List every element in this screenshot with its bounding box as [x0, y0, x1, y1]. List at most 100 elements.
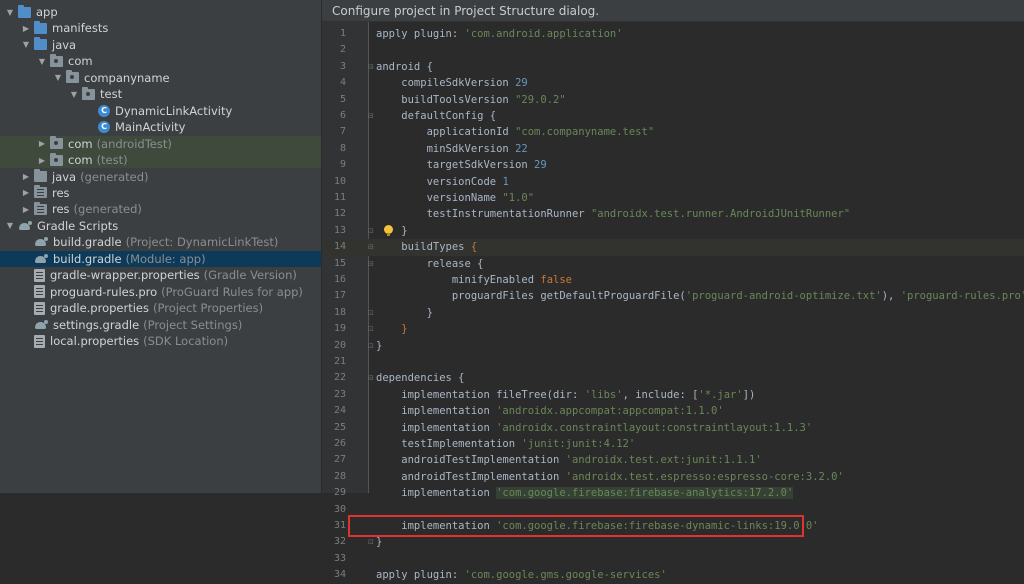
tree-item-detail: (ProGuard Rules for app)	[161, 284, 303, 299]
line-number: 1	[339, 28, 346, 39]
fold-marker-icon[interactable]: ⊡	[368, 338, 375, 354]
gradle-icon	[34, 319, 48, 330]
code-line[interactable]: 10 versionCode 1	[322, 174, 1024, 190]
line-number: 24	[333, 405, 346, 417]
tree-item[interactable]: ▼ java	[0, 37, 321, 53]
tree-item[interactable]: gradle-wrapper.properties (Gradle Version…	[0, 267, 321, 283]
fold-marker-icon[interactable]: ⊡	[368, 223, 375, 239]
code-line[interactable]: 14 buildTypes {⊟	[322, 239, 1024, 256]
fold-marker-icon[interactable]: ⊟	[368, 239, 375, 255]
collapse-arrow-icon[interactable]: ▼	[4, 221, 16, 230]
code-line[interactable]: 33	[322, 551, 1024, 567]
code-line[interactable]: 15 release {⊟	[322, 256, 1024, 272]
code-line[interactable]: 6 defaultConfig {⊟	[322, 108, 1024, 124]
tree-item[interactable]: ▶ java (generated)	[0, 169, 321, 185]
intention-bulb-icon[interactable]	[384, 224, 393, 236]
code-line[interactable]: 26 testImplementation 'junit:junit:4.12'	[322, 436, 1024, 452]
expand-arrow-icon[interactable]: ▶	[20, 188, 32, 197]
collapse-arrow-icon[interactable]: ▼	[20, 40, 32, 49]
code-line[interactable]: 19 } ⊡	[322, 321, 1024, 337]
tree-item[interactable]: ▶ res (generated)	[0, 201, 321, 217]
tree-item[interactable]: C DynamicLinkActivity	[0, 103, 321, 119]
code-line[interactable]: 1 apply plugin: 'com.android.application'	[322, 26, 1024, 42]
code-token: apply plugin:	[376, 569, 465, 582]
code-token: testInstrumentationRunner	[376, 208, 591, 221]
highlight-box	[348, 515, 804, 538]
tree-item[interactable]: build.gradle (Project: DynamicLinkTest)	[0, 234, 321, 250]
code-token: , include: [	[622, 388, 699, 401]
tree-item[interactable]: ▶ com (androidTest)	[0, 135, 321, 152]
line-number: 14	[333, 241, 346, 253]
fold-marker-icon[interactable]: ⊡	[368, 305, 375, 321]
tree-item-label: local.properties	[50, 334, 140, 348]
code-token: }	[401, 323, 408, 336]
code-line[interactable]: 29 implementation 'com.google.firebase:f…	[322, 485, 1024, 501]
fold-marker-icon[interactable]: ⊟	[368, 256, 375, 272]
tree-item[interactable]: settings.gradle (Project Settings)	[0, 317, 321, 333]
line-number: 10	[333, 175, 346, 187]
tree-item[interactable]: ▼ com	[0, 53, 321, 69]
editor-notification-banner[interactable]: Configure project in Project Structure d…	[322, 0, 1024, 22]
code-line[interactable]: 27 androidTestImplementation 'androidx.t…	[322, 452, 1024, 468]
code-line[interactable]: 8 minSdkVersion 22	[322, 141, 1024, 157]
line-number: 4	[339, 77, 346, 89]
collapse-arrow-icon[interactable]: ▼	[68, 90, 80, 99]
code-line[interactable]: 17 proguardFiles getDefaultProguardFile(…	[322, 288, 1024, 304]
code-line[interactable]: 25 implementation 'androidx.constraintla…	[322, 420, 1024, 436]
code-line[interactable]: 11 versionName "1.0"	[322, 190, 1024, 206]
code-line[interactable]: 12 testInstrumentationRunner "androidx.t…	[322, 206, 1024, 222]
tree-item[interactable]: ▼ test	[0, 86, 321, 102]
code-line[interactable]: 18 } ⊡	[322, 305, 1024, 321]
code-line[interactable]: 2	[322, 42, 1024, 58]
expand-arrow-icon[interactable]: ▶	[36, 139, 48, 148]
code-line[interactable]: 34 apply plugin: 'com.google.gms.google-s…	[322, 567, 1024, 583]
collapse-arrow-icon[interactable]: ▼	[4, 8, 16, 17]
expand-arrow-icon[interactable]: ▶	[20, 172, 32, 181]
code-line[interactable]: 7 applicationId "com.companyname.test"	[322, 124, 1024, 140]
fold-marker-icon[interactable]: ⊟	[368, 370, 375, 386]
code-line[interactable]: 23 implementation fileTree(dir: 'libs', …	[322, 387, 1024, 403]
code-line[interactable]: 13 } ⊡	[322, 223, 1024, 239]
code-line[interactable]: 20} ⊡	[322, 338, 1024, 354]
tree-item-label: gradle-wrapper.properties	[50, 268, 200, 283]
tree-item[interactable]: gradle.properties (Project Properties)	[0, 300, 321, 316]
expand-arrow-icon[interactable]: ▶	[36, 156, 48, 165]
code-line[interactable]: 28 androidTestImplementation 'androidx.t…	[322, 469, 1024, 485]
fold-marker-icon[interactable]: ⊟	[368, 108, 375, 124]
code-text: androidTestImplementation 'androidx.test…	[376, 469, 844, 485]
code-token: "29.0.2"	[515, 93, 566, 106]
tree-item[interactable]: ▼ companyname	[0, 70, 321, 86]
code-token: 'androidx.test.ext:junit:1.1.1'	[565, 454, 762, 467]
code-line[interactable]: 22 dependencies {⊟	[322, 370, 1024, 386]
tree-item[interactable]: C MainActivity	[0, 119, 321, 135]
code-line[interactable]: 16 minifyEnabled false	[322, 272, 1024, 288]
code-text: minifyEnabled false	[376, 272, 572, 288]
tree-item[interactable]: ▼ Gradle Scripts	[0, 218, 321, 234]
code-line[interactable]: 4 compileSdkVersion 29	[322, 75, 1024, 91]
code-token: implementation	[376, 487, 497, 500]
fold-marker-icon[interactable]: ⊟	[368, 59, 375, 75]
tree-item[interactable]: ▶ res	[0, 185, 321, 201]
tree-item-label: com	[68, 54, 93, 69]
expand-arrow-icon[interactable]: ▶	[20, 24, 32, 33]
fold-marker-icon[interactable]: ⊡	[368, 321, 375, 337]
tree-item[interactable]: proguard-rules.pro (ProGuard Rules for ap…	[0, 284, 321, 300]
line-number: 3	[339, 60, 346, 72]
tree-item[interactable]: ▶ com (test)	[0, 152, 321, 169]
tree-item[interactable]: ▶ manifests	[0, 20, 321, 36]
code-line[interactable]: 5 buildToolsVersion "29.0.2"	[322, 92, 1024, 108]
tree-item[interactable]: build.gradle (Module: app)	[0, 250, 321, 267]
code-line[interactable]: 9 targetSdkVersion 29	[322, 157, 1024, 173]
tree-item[interactable]: ▼ app	[0, 4, 321, 20]
tree-item[interactable]: local.properties (SDK Location)	[0, 333, 321, 349]
code-line[interactable]: 24 implementation 'androidx.appcompat:ap…	[322, 403, 1024, 419]
line-number: 29	[333, 487, 346, 499]
code-text: implementation 'androidx.appcompat:appco…	[376, 403, 723, 419]
collapse-arrow-icon[interactable]: ▼	[36, 57, 48, 66]
collapse-arrow-icon[interactable]: ▼	[52, 73, 64, 82]
code-editor[interactable]: Configure project in Project Structure d…	[322, 0, 1024, 581]
expand-arrow-icon[interactable]: ▶	[20, 205, 32, 214]
code-line[interactable]: 3 android {⊟	[322, 59, 1024, 75]
code-line[interactable]: 21	[322, 354, 1024, 370]
